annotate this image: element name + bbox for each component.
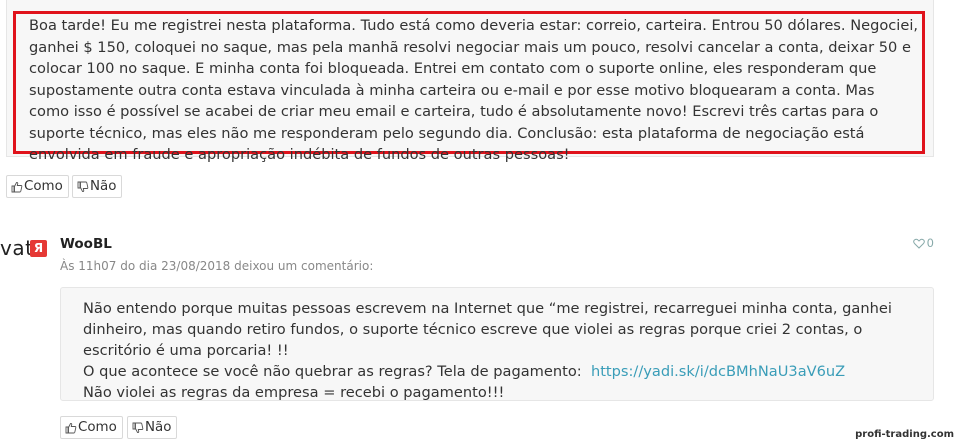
like-label: Como bbox=[78, 420, 117, 435]
comment-paragraph: Não entendo porque muitas pessoas escrev… bbox=[83, 300, 892, 359]
dislike-label: Não bbox=[145, 420, 172, 435]
comments-page: Boa tarde! Eu me registrei nesta platafo… bbox=[0, 0, 960, 446]
likes-count: 0 bbox=[926, 236, 934, 250]
thumbs-down-icon bbox=[77, 181, 89, 192]
like-button[interactable]: Como bbox=[60, 416, 123, 439]
dislike-button[interactable]: Não bbox=[127, 416, 178, 439]
comment-text: Boa tarde! Eu me registrei nesta platafo… bbox=[29, 17, 919, 163]
thumbs-up-icon bbox=[65, 422, 77, 433]
payment-link[interactable]: https://yadi.sk/i/dcBMhNaU3aV6uZ bbox=[591, 363, 845, 380]
comment-paragraph-text: O que acontece se você não quebrar as re… bbox=[83, 363, 582, 380]
like-button[interactable]: Como bbox=[6, 175, 69, 198]
comment-meta: Às 11h07 do dia 23/08/2018 deixou um com… bbox=[60, 259, 374, 273]
yandex-badge-icon: Я bbox=[30, 240, 47, 257]
comment-author[interactable]: WooBL bbox=[60, 236, 112, 252]
thumbs-down-icon bbox=[132, 422, 144, 433]
dislike-label: Não bbox=[90, 179, 117, 194]
like-label: Como bbox=[24, 179, 63, 194]
dislike-button[interactable]: Não bbox=[72, 175, 123, 198]
watermark: profi-trading.com bbox=[855, 429, 954, 440]
comment-paragraph: Não violei as regras da empresa = recebi… bbox=[83, 384, 505, 401]
likes-counter[interactable]: 0 bbox=[912, 236, 934, 250]
avatar: vat bbox=[0, 236, 34, 260]
thumbs-up-icon bbox=[11, 181, 23, 192]
comment-paragraph: O que acontece se você não quebrar as re… bbox=[83, 361, 923, 382]
comment-text: Não entendo porque muitas pessoas escrev… bbox=[83, 298, 923, 403]
heart-icon bbox=[912, 238, 925, 249]
